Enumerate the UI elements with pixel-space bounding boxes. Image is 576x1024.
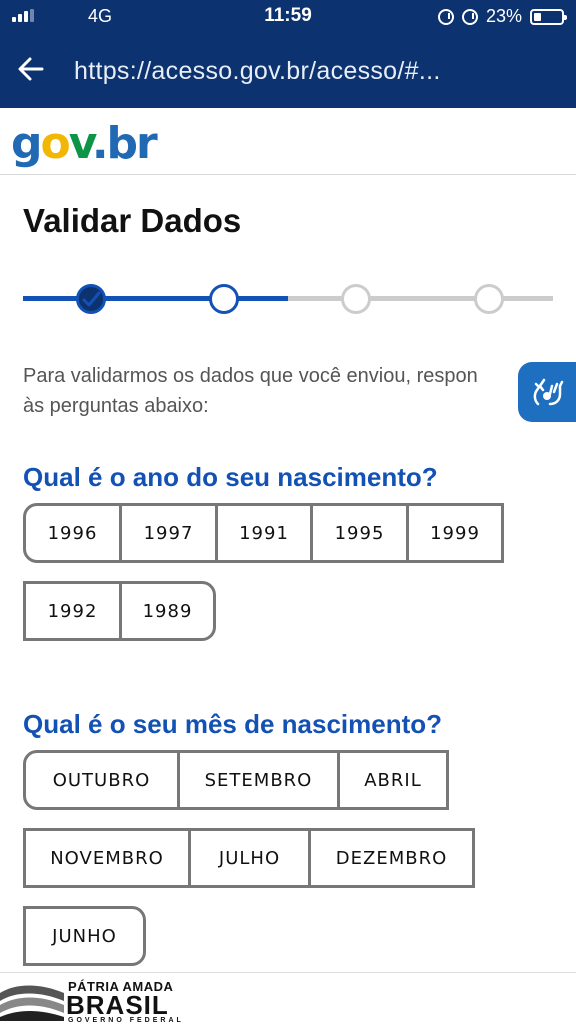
battery-icon	[530, 8, 567, 25]
govbr-logo[interactable]: gov.br	[11, 118, 158, 169]
arrow-left-icon[interactable]	[16, 54, 46, 84]
footer-brand: PÁTRIA AMADA BRASIL GOVERNO FEDERAL	[0, 972, 576, 1024]
battery-percent: 23%	[485, 6, 522, 26]
address-bar: https://acesso.gov.br/acesso/#...	[0, 44, 576, 96]
site-header: gov.br	[0, 108, 576, 175]
page-title: Validar Dados	[23, 202, 242, 239]
brasil-emblem-icon	[0, 985, 64, 1021]
year-option-1992[interactable]: 1992	[23, 581, 122, 641]
step-1-completed	[76, 284, 106, 314]
month-option-junho[interactable]: JUNHO	[23, 906, 146, 966]
month-option-novembro[interactable]: NOVEMBRO	[23, 828, 191, 888]
browser-topbar: 4G 11:59 23% https://acesso.gov.br/acess…	[0, 0, 576, 108]
progress-stepper	[23, 282, 553, 316]
step-4	[474, 284, 504, 314]
question-month-label: Qual é o seu mês de nascimento?	[23, 709, 443, 739]
year-option-1989[interactable]: 1989	[119, 581, 216, 641]
month-option-dezembro[interactable]: DEZEMBRO	[308, 828, 475, 888]
year-option-1997[interactable]: 1997	[119, 503, 218, 563]
intro-text: Para validarmos os dados que você enviou…	[23, 365, 478, 417]
url-text[interactable]: https://acesso.gov.br/acesso/#...	[74, 57, 441, 86]
year-option-1996[interactable]: 1996	[23, 503, 122, 563]
step-3	[341, 284, 371, 314]
year-option-1995[interactable]: 1995	[310, 503, 409, 563]
vlibras-button[interactable]	[518, 362, 576, 422]
year-option-1991[interactable]: 1991	[215, 503, 313, 563]
sign-language-hands-icon	[533, 378, 564, 406]
month-option-outubro[interactable]: OUTUBRO	[23, 750, 180, 810]
check-icon	[82, 291, 101, 307]
month-option-setembro[interactable]: SETEMBRO	[177, 750, 340, 810]
month-option-abril[interactable]: ABRIL	[337, 750, 449, 810]
footer-line3: GOVERNO FEDERAL	[68, 1017, 184, 1024]
step-2-current	[209, 284, 239, 314]
year-option-1999[interactable]: 1999	[406, 503, 504, 563]
status-right: 23%	[437, 6, 567, 27]
status-bar: 4G 11:59 23%	[0, 0, 576, 34]
alarm-icon	[461, 8, 478, 25]
question-year-label: Qual é o ano do seu nascimento?	[23, 462, 438, 492]
stepper-track-done	[23, 296, 288, 301]
month-option-julho[interactable]: JULHO	[188, 828, 311, 888]
rotation-lock-icon	[437, 8, 454, 25]
stepper-track-todo	[288, 296, 553, 301]
